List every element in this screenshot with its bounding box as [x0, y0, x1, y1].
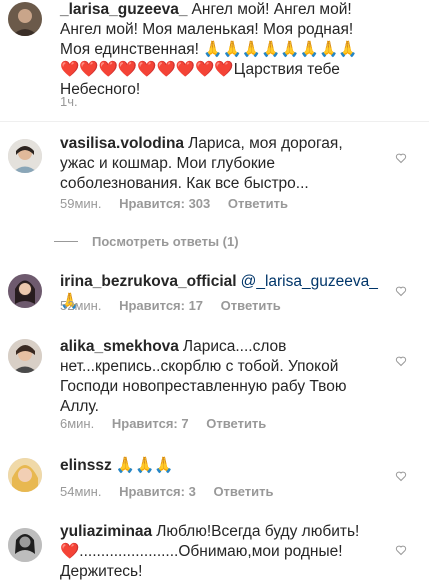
comment-text: vasilisa.volodina Лариса, моя дорогая, уж…	[60, 134, 375, 194]
comment-text: alika_smekhova Лариса....слов нет...крепи…	[60, 337, 378, 417]
comment-username[interactable]: irina_bezrukova_official	[60, 273, 237, 290]
comment-username[interactable]: vasilisa.volodina	[60, 135, 184, 152]
replies-line	[54, 241, 78, 242]
comment-username[interactable]: _larisa_guzeeva_	[60, 1, 188, 18]
comment-time: 52мин.	[60, 298, 102, 313]
like-heart-icon[interactable]	[395, 355, 407, 367]
like-heart-icon[interactable]	[395, 285, 407, 297]
comment-time: 1ч.	[60, 94, 78, 109]
view-replies-label: Посмотреть ответы (1)	[92, 234, 239, 249]
comment-time: 59мин.	[60, 196, 102, 211]
reply-button[interactable]: Ответить	[228, 196, 288, 211]
likes-count[interactable]: Нравится: 7	[112, 416, 189, 431]
comment-text: _larisa_guzeeva_ Ангел мой! Ангел мой! Ан…	[60, 0, 380, 100]
comment-username[interactable]: yuliaziminaa	[60, 523, 152, 540]
comment-time: 54мин.	[60, 484, 102, 499]
comment-time: 6мин.	[60, 416, 95, 431]
avatar[interactable]	[8, 274, 42, 308]
comment-meta: 52мин. Нравится: 17 Ответить	[60, 298, 295, 313]
like-heart-icon[interactable]	[395, 152, 407, 164]
likes-count[interactable]: Нравится: 17	[119, 298, 203, 313]
comment-meta: 59мин. Нравится: 303 Ответить	[60, 196, 302, 211]
comment-body: 🙏🙏🙏	[115, 457, 174, 474]
like-heart-icon[interactable]	[395, 544, 407, 556]
avatar[interactable]	[8, 458, 42, 492]
avatar[interactable]	[8, 139, 42, 173]
comment-username[interactable]: alika_smekhova	[60, 338, 179, 355]
comment-mention[interactable]: @_larisa_guzeeva_	[241, 273, 378, 290]
comment-text: yuliaziminaa Люблю!Всегда буду любить! ❤️…	[60, 522, 378, 582]
avatar[interactable]	[8, 339, 42, 373]
reply-button[interactable]: Ответить	[213, 484, 273, 499]
comment-meta: 1ч.	[60, 94, 92, 109]
avatar[interactable]	[8, 2, 42, 36]
view-replies-button[interactable]: Посмотреть ответы (1)	[54, 234, 239, 249]
divider	[0, 121, 429, 122]
comment-meta: 6мин. Нравится: 7 Ответить	[60, 416, 280, 431]
reply-button[interactable]: Ответить	[221, 298, 281, 313]
comment-meta: 54мин. Нравится: 3 Ответить	[60, 484, 288, 499]
likes-count[interactable]: Нравится: 3	[119, 484, 196, 499]
like-heart-icon[interactable]	[395, 470, 407, 482]
comment-text: elinssz 🙏🙏🙏	[60, 456, 378, 476]
comment-username[interactable]: elinssz	[60, 457, 112, 474]
likes-count[interactable]: Нравится: 303	[119, 196, 210, 211]
reply-button[interactable]: Ответить	[206, 416, 266, 431]
avatar[interactable]	[8, 528, 42, 562]
